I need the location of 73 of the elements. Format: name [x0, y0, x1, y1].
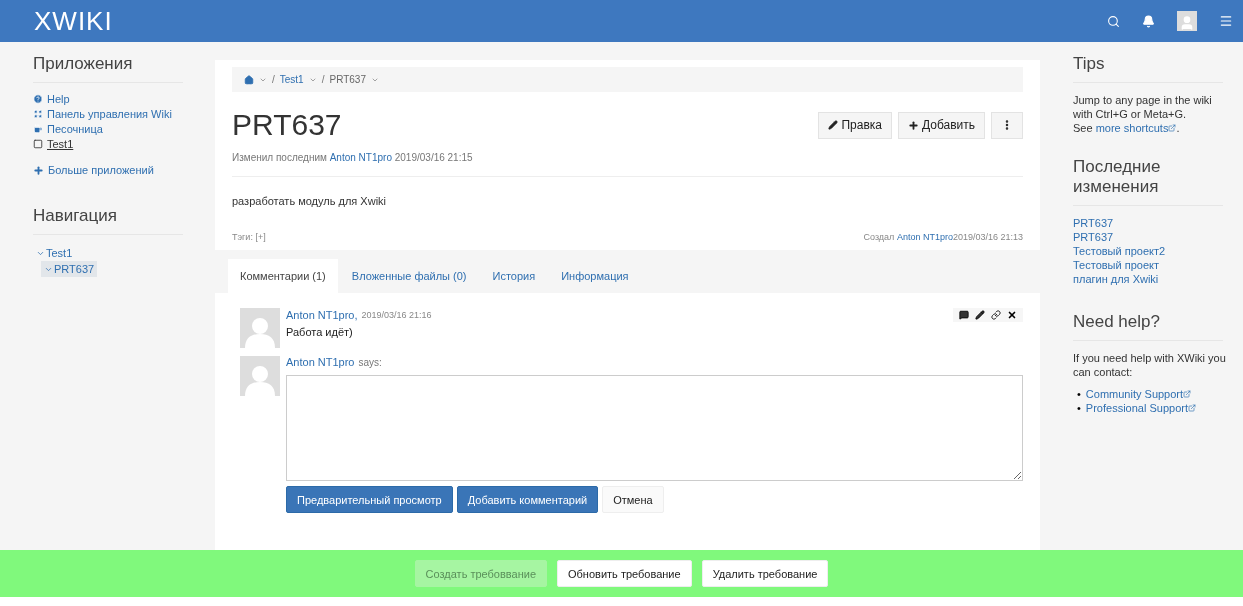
comment-date: 2019/03/16 21:16	[361, 310, 432, 320]
search-icon[interactable]	[1107, 14, 1120, 28]
tab[interactable]: Вложенные файлы (0)	[339, 259, 479, 293]
comment-text: Работа идёт)	[286, 326, 354, 338]
author-link[interactable]: Anton NT1pro	[896, 232, 953, 242]
external-link-icon	[1188, 404, 1196, 412]
plus-icon	[907, 119, 919, 131]
external-link-icon	[1168, 124, 1177, 132]
shortcuts-link[interactable]: more shortcuts	[1095, 122, 1177, 134]
add-tag-link[interactable]: [+]	[255, 232, 266, 242]
plus-icon	[33, 164, 44, 176]
cancel-button[interactable]: Отмена	[602, 486, 664, 513]
external-link-icon	[1183, 390, 1192, 398]
reply-icon[interactable]	[959, 310, 969, 320]
support-link[interactable]: Professional Support	[1085, 401, 1196, 415]
help-text: If you need help with XWiki you can contact:	[1073, 351, 1227, 379]
tips-text: Jump to any page in the wiki with Ctrl+G or Meta+G.	[1073, 93, 1213, 121]
app-link[interactable]: Test1	[33, 138, 74, 150]
modified-info: Изменил последним Anton NT1pro 2019/03/16 21:15	[232, 152, 474, 163]
action-button[interactable]: Удалить требование	[701, 560, 829, 587]
breadcrumb-link[interactable]: PRT637	[329, 74, 366, 85]
page-title: PRT637	[232, 108, 342, 142]
author-link[interactable]: Anton NT1pro	[286, 356, 355, 368]
pencil-icon	[828, 120, 839, 130]
submit-button[interactable]: Предварительный просмотр	[286, 486, 453, 513]
says-label: says:	[358, 356, 382, 368]
action-button[interactable]: Обновить требование	[557, 560, 692, 587]
recent-link[interactable]: PRT637	[1073, 230, 1233, 244]
edit-button[interactable]: Правка	[818, 111, 892, 139]
tree-item[interactable]: Test1	[33, 245, 76, 261]
edit-icon[interactable]	[975, 310, 985, 320]
bullet: •	[1077, 401, 1081, 415]
breadcrumb-separator: /	[321, 74, 325, 85]
submit-button[interactable]: Добавить комментарий	[456, 486, 599, 513]
section-title: Tips	[1073, 54, 1223, 83]
close-icon[interactable]	[1007, 310, 1017, 320]
help-icon	[33, 94, 43, 104]
page-content: разработать модуль для Xwiki	[232, 195, 388, 207]
section-title: Need help?	[1073, 312, 1223, 341]
recent-link[interactable]: плагин для Xwiki	[1073, 272, 1233, 286]
app-link[interactable]: Панель управления Wiki	[33, 108, 172, 120]
support-link[interactable]: Community Support	[1085, 387, 1192, 401]
created-info: Создал Anton NT1pro2019/03/16 21:13	[863, 232, 1023, 242]
grid-icon	[33, 109, 43, 119]
app-link[interactable]: Песочница	[33, 123, 103, 135]
menu-icon[interactable]	[1219, 14, 1233, 28]
author-link[interactable]: Anton NT1pro,	[286, 309, 358, 321]
bell-icon[interactable]	[1142, 14, 1155, 28]
recent-link[interactable]: Тестовый проект	[1073, 258, 1233, 272]
tab[interactable]: История	[480, 259, 548, 293]
tab[interactable]: Комментарии (1)	[228, 259, 338, 293]
breadcrumb-separator: /	[272, 74, 275, 85]
breadcrumb-link[interactable]: Test1	[279, 74, 304, 85]
bullet: •	[1077, 387, 1081, 401]
more-apps-link[interactable]: Больше приложений	[33, 164, 154, 176]
tab[interactable]: Информация	[549, 259, 641, 293]
tree-item[interactable]: PRT637	[41, 261, 98, 277]
tips-see: See more shortcuts .	[1073, 121, 1181, 135]
tags-label: Тэги: [+]	[232, 232, 266, 242]
recent-link[interactable]: Тестовый проект2	[1073, 244, 1233, 258]
section-title: Последние изменения	[1073, 157, 1223, 206]
section-title: Приложения	[33, 54, 183, 83]
app-link[interactable]: Help	[33, 93, 70, 105]
cup-icon	[33, 124, 43, 134]
recent-link[interactable]: PRT637	[1073, 216, 1233, 230]
section-title: Навигация	[33, 190, 183, 235]
add-button[interactable]: Добавить	[897, 111, 985, 139]
link-icon[interactable]	[991, 310, 1001, 320]
comment-field[interactable]	[286, 375, 1023, 481]
square-icon	[33, 139, 43, 149]
home-icon[interactable]	[244, 74, 254, 85]
author-link[interactable]: Anton NT1pro	[329, 152, 392, 163]
logo[interactable]: XWIKI	[34, 5, 113, 37]
